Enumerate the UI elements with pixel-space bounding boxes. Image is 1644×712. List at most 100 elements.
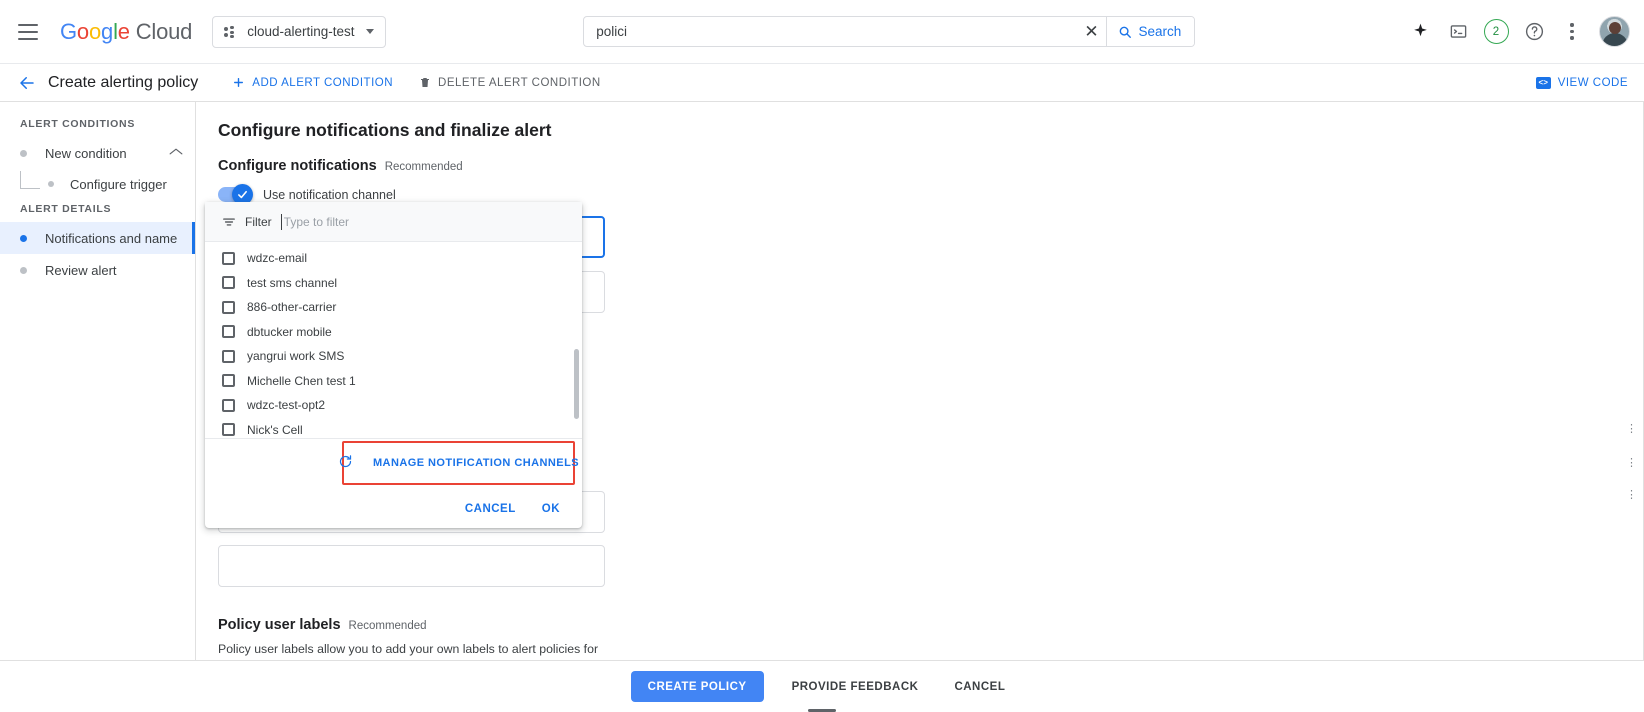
channel-label: Nick's Cell (247, 422, 303, 437)
view-code-button[interactable]: <> VIEW CODE (1535, 76, 1628, 89)
configure-notifications-header: Configure notifications Recommended (218, 158, 1643, 174)
manage-channels-row: MANAGE NOTIFICATION CHANNELS (205, 438, 582, 490)
add-alert-condition-label: ADD ALERT CONDITION (252, 76, 394, 89)
back-arrow-icon[interactable] (12, 68, 42, 98)
sidebar-item-new-condition[interactable]: New condition (0, 137, 195, 169)
list-item[interactable]: dbtucker mobile (205, 320, 582, 345)
search-button-label: Search (1138, 24, 1182, 39)
use-notification-channel-toggle[interactable] (218, 184, 253, 205)
sidebar-section-alert-details: ALERT DETAILS (20, 203, 112, 215)
checkbox-icon[interactable] (222, 325, 235, 339)
body: ALERT CONDITIONS New condition Configure… (0, 102, 1644, 660)
sidebar-item-configure-trigger[interactable]: Configure trigger (0, 169, 195, 199)
sidebar-section-alert-conditions: ALERT CONDITIONS (20, 118, 136, 130)
cancel-button[interactable]: CANCEL (946, 681, 1013, 693)
notification-count: 2 (1483, 19, 1509, 44)
right-edge-marker-bottom: ⋮ (1626, 489, 1637, 501)
create-policy-button[interactable]: CREATE POLICY (630, 671, 764, 702)
channel-label: 886-other-carrier (247, 300, 337, 315)
policy-user-labels-description: Policy user labels allow you to add your… (218, 642, 599, 656)
recommended-tag: Recommended (384, 161, 463, 173)
recommended-tag: Recommended (348, 620, 427, 632)
google-cloud-logo[interactable]: Google Cloud (60, 19, 192, 45)
scrollbar-thumb[interactable] (574, 349, 579, 420)
checkbox-icon[interactable] (222, 251, 235, 265)
add-alert-condition-button[interactable]: ADD ALERT CONDITION (232, 76, 393, 89)
section-heading: Configure notifications and finalize ale… (218, 120, 552, 140)
sidebar-item-label: Configure trigger (70, 176, 167, 192)
checkbox-icon[interactable] (222, 423, 235, 437)
policy-user-labels-section: Policy user labels Recommended Policy us… (218, 617, 1643, 660)
step-dot-icon (20, 149, 27, 157)
channel-options-list[interactable]: wdzc-email test sms channel 886-other-ca… (205, 242, 582, 438)
tree-elbow-line (20, 170, 40, 189)
terminal-icon[interactable] (1441, 15, 1475, 49)
user-avatar[interactable] (1599, 16, 1630, 47)
cancel-button[interactable]: CANCEL (465, 503, 516, 515)
list-scrollbar[interactable] (574, 248, 579, 432)
manage-notification-channels-label: MANAGE NOTIFICATION CHANNELS (372, 457, 580, 469)
close-x-icon[interactable]: ✕ (1076, 23, 1106, 40)
list-item[interactable]: test sms channel (205, 271, 582, 296)
provide-feedback-button[interactable]: PROVIDE FEEDBACK (784, 681, 927, 693)
stepper-sidebar: ALERT CONDITIONS New condition Configure… (0, 102, 196, 660)
step-dot-icon (20, 234, 27, 242)
list-item[interactable]: Michelle Chen test 1 (205, 369, 582, 394)
checkbox-icon[interactable] (222, 374, 235, 388)
use-notification-channel-row: Use notification channel (218, 184, 1643, 205)
search-button[interactable]: Search (1106, 17, 1195, 46)
refresh-icon (338, 454, 353, 472)
checkbox-icon[interactable] (222, 398, 235, 412)
checkbox-icon[interactable] (222, 276, 235, 290)
filter-row[interactable]: Filter (205, 202, 582, 242)
list-item[interactable]: wdzc-test-opt2 (205, 393, 582, 418)
check-icon (238, 190, 247, 199)
sidebar-item-label: New condition (45, 145, 127, 161)
channel-label: yangrui work SMS (247, 349, 345, 364)
step-dot-icon (20, 266, 27, 274)
chevron-down-icon (365, 29, 374, 34)
list-item[interactable]: 886-other-carrier (205, 295, 582, 320)
checkbox-icon[interactable] (222, 349, 235, 363)
project-selector[interactable]: cloud-alerting-test (212, 15, 386, 48)
filter-icon (223, 218, 235, 225)
list-item[interactable]: wdzc-email (205, 246, 582, 271)
notifications-badge[interactable]: 2 (1479, 15, 1513, 49)
search-box: ✕ Search (583, 16, 1196, 47)
filter-label: Filter (245, 214, 272, 229)
logo-letter-g2: g (101, 18, 114, 44)
search-input[interactable] (584, 24, 1077, 39)
channel-label: dbtucker mobile (247, 324, 332, 339)
main-content: Configure notifications and finalize ale… (196, 102, 1644, 660)
sidebar-item-label: Notifications and name (45, 230, 178, 246)
trash-icon (421, 78, 430, 87)
channel-label: test sms channel (247, 275, 338, 290)
quaternary-field-behind-dropdown[interactable] (218, 545, 605, 587)
manage-notification-channels-button[interactable]: MANAGE NOTIFICATION CHANNELS (339, 441, 579, 485)
sidebar-item-review-alert[interactable]: Review alert (0, 254, 195, 286)
sidebar-item-notifications-and-name[interactable]: Notifications and name (0, 222, 195, 254)
checkbox-icon[interactable] (222, 300, 235, 314)
hamburger-menu-icon[interactable] (18, 19, 44, 45)
channel-label: wdzc-email (247, 251, 308, 266)
question-mark-icon[interactable] (1517, 15, 1551, 49)
delete-alert-condition-button[interactable]: DELETE ALERT CONDITION (419, 76, 601, 89)
chevron-up-icon[interactable] (169, 147, 183, 159)
use-notification-channel-label: Use notification channel (263, 187, 396, 202)
kebab-menu-icon[interactable] (1555, 15, 1589, 49)
list-item[interactable]: Nick's Cell (205, 418, 582, 439)
logo-letter-g: G (60, 18, 77, 44)
right-edge-marker-mid: ⋮ (1626, 457, 1637, 469)
filter-input[interactable] (280, 213, 565, 230)
configure-notifications-title: Configure notifications (218, 158, 377, 174)
logo-letter-e: e (117, 18, 130, 44)
code-icon: <> (1535, 76, 1551, 89)
policy-user-labels-header: Policy user labels Recommended (218, 617, 1643, 633)
ok-button[interactable]: OK (542, 503, 560, 515)
logo-word-cloud: Cloud (135, 18, 193, 44)
policy-user-labels-title: Policy user labels (218, 617, 341, 633)
list-item[interactable]: yangrui work SMS (205, 344, 582, 369)
search-area: ✕ Search (386, 16, 1393, 47)
sparkle-icon[interactable] (1403, 15, 1437, 49)
top-bar: Google Cloud cloud-alerting-test ✕ Searc… (0, 0, 1644, 64)
